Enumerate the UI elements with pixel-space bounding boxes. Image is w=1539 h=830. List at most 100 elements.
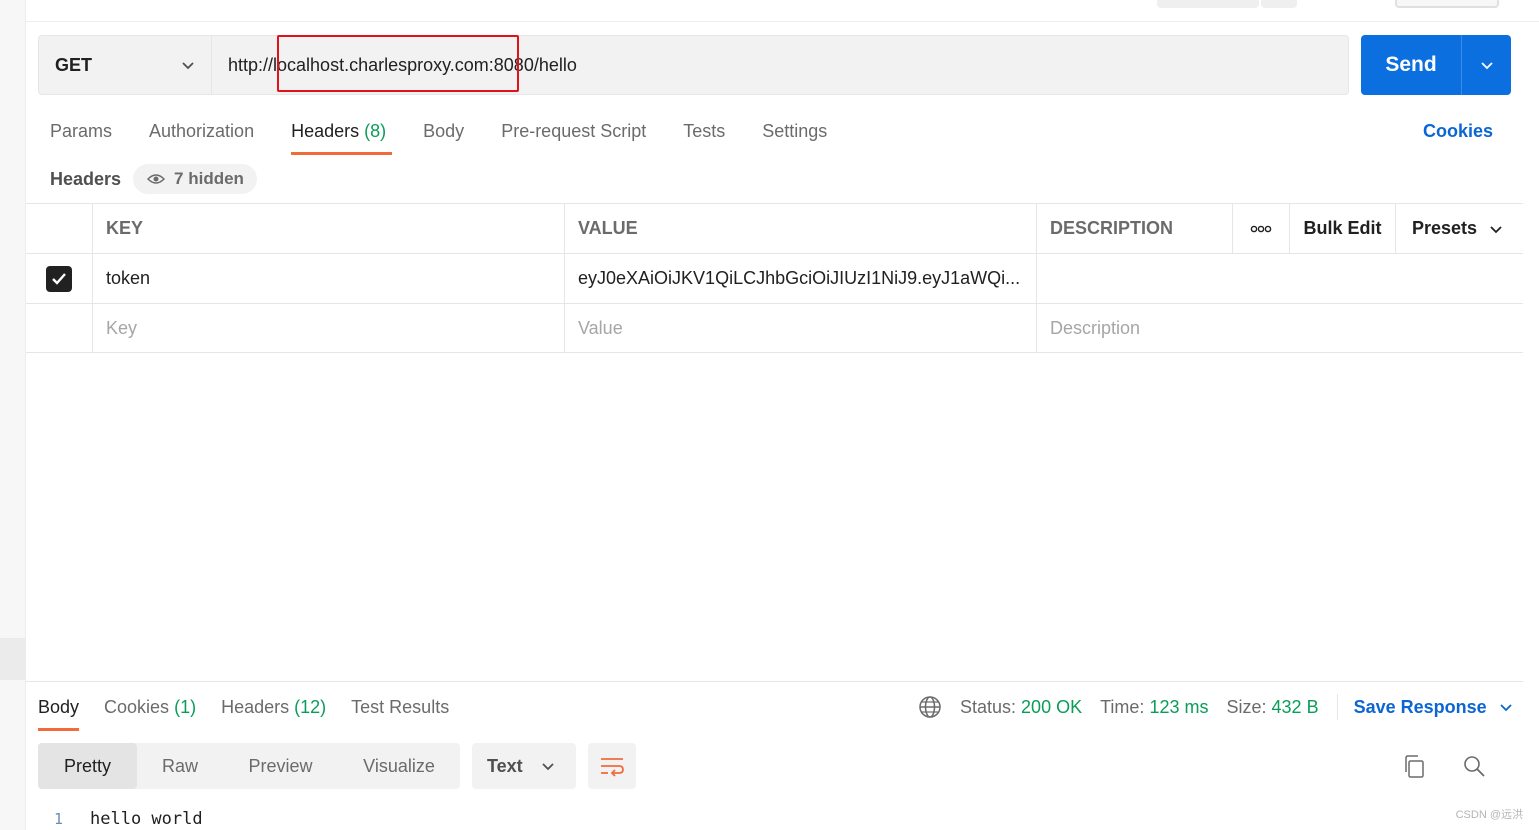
tab-authorization[interactable]: Authorization	[149, 118, 254, 155]
response-divider[interactable]	[26, 681, 1523, 682]
hidden-headers-toggle[interactable]: 7 hidden	[133, 164, 257, 194]
method-label: GET	[55, 54, 93, 75]
new-value-input[interactable]: Value	[565, 304, 1037, 352]
wrap-lines-button[interactable]	[588, 743, 636, 789]
send-label: Send	[1385, 53, 1437, 76]
tab-count: (1)	[174, 697, 197, 717]
tab-label: Params	[50, 121, 113, 141]
line-number: 1	[53, 810, 63, 828]
size-info[interactable]: Size: 432 B	[1226, 697, 1318, 718]
meta-separator	[1336, 694, 1338, 720]
row-check-cell	[26, 254, 93, 303]
chevron-down-icon	[542, 763, 554, 771]
tab-label: Headers	[221, 697, 290, 717]
tab-label: Body	[38, 697, 80, 717]
tab-label: Body	[423, 121, 465, 141]
column-value: VALUE	[565, 204, 1037, 253]
time-value: 123 ms	[1149, 696, 1209, 717]
status-label: Status:	[960, 696, 1017, 717]
language-label: Text	[487, 755, 523, 776]
tab-label: Test Results	[351, 697, 450, 717]
header-check-cell	[26, 204, 93, 253]
chevron-down-icon	[1480, 62, 1493, 70]
status-info[interactable]: Status: 200 OK	[960, 697, 1082, 718]
save-response-label: Save Response	[1353, 696, 1487, 717]
tab-headers[interactable]: Headers (8)	[291, 118, 393, 155]
code-line: 1 hello world	[38, 808, 203, 830]
new-key-input[interactable]: Key	[93, 304, 565, 352]
tab-pre-request-script[interactable]: Pre-request Script	[501, 118, 646, 155]
chevron-down-icon	[182, 62, 194, 70]
table-header-row: KEY VALUE DESCRIPTION Bulk Edit Presets	[26, 203, 1523, 253]
wrap-lines-icon	[601, 758, 624, 777]
column-description: DESCRIPTION	[1037, 204, 1233, 253]
toolbar-toggle[interactable]	[1395, 0, 1499, 8]
request-tabs: Params Authorization Headers (8) Body Pr…	[50, 118, 864, 158]
tab-count: (12)	[294, 697, 327, 717]
header-key-cell[interactable]: token	[93, 254, 565, 303]
cookies-link[interactable]: Cookies	[1423, 118, 1493, 144]
presets-label: Presets	[1412, 218, 1478, 238]
table-row: token eyJ0eXAiOiJKV1QiLCJhbGciOiJIUzI1Ni…	[26, 253, 1523, 303]
presets-dropdown[interactable]: Presets	[1396, 204, 1523, 253]
toolbar-control[interactable]	[1261, 0, 1297, 8]
watermark: CSDN @远洪	[1455, 809, 1523, 821]
toolbar-control[interactable]	[1157, 0, 1259, 8]
url-annotation-box	[277, 35, 519, 92]
format-visualize-button[interactable]: Visualize	[338, 743, 460, 789]
tab-label: Cookies	[104, 697, 170, 717]
method-select[interactable]: GET	[38, 35, 212, 95]
status-value: 200 OK	[1021, 696, 1083, 717]
response-tabs: Body Cookies (1) Headers (12) Test Resul…	[38, 694, 474, 731]
sidebar-marker	[0, 638, 26, 680]
header-description-cell[interactable]	[1037, 254, 1523, 303]
check-icon	[52, 272, 66, 285]
left-sidebar-strip	[0, 0, 26, 830]
tab-response-cookies[interactable]: Cookies (1)	[104, 694, 196, 731]
top-toolbar	[26, 0, 1539, 22]
response-meta: Status: 200 OK Time: 123 ms Size: 432 B …	[918, 694, 1513, 720]
tab-count: (8)	[364, 121, 387, 141]
bulk-edit-button[interactable]: Bulk Edit	[1290, 204, 1396, 253]
size-value: 432 B	[1271, 696, 1319, 717]
format-raw-button[interactable]: Raw	[137, 743, 223, 789]
format-toggle-group: Pretty Raw Preview Visualize	[38, 743, 460, 789]
copy-icon[interactable]	[1402, 754, 1426, 780]
tab-test-results[interactable]: Test Results	[351, 694, 449, 731]
tab-label: Tests	[683, 121, 726, 141]
tab-label: Headers	[291, 121, 360, 141]
headers-title: Headers	[50, 168, 122, 189]
format-pretty-button[interactable]: Pretty	[38, 743, 137, 789]
tab-body[interactable]: Body	[423, 118, 464, 155]
more-options-button[interactable]	[1233, 204, 1290, 253]
save-response-button[interactable]: Save Response	[1354, 697, 1513, 718]
language-select[interactable]: Text	[472, 743, 576, 789]
line-text: hello world	[90, 809, 203, 829]
tab-label: Settings	[762, 121, 828, 141]
search-icon[interactable]	[1462, 754, 1486, 778]
tab-label: Pre-request Script	[501, 121, 647, 141]
table-row-new: Key Value Description	[26, 303, 1523, 353]
tab-label: Authorization	[149, 121, 255, 141]
time-info[interactable]: Time: 123 ms	[1100, 697, 1208, 718]
globe-icon[interactable]	[918, 695, 942, 719]
eye-icon	[147, 174, 166, 184]
row-checkbox[interactable]	[46, 265, 72, 292]
chevron-down-icon	[1500, 704, 1512, 712]
tab-tests[interactable]: Tests	[683, 118, 725, 155]
headers-subheader: Headers 7 hidden	[50, 164, 257, 194]
send-button[interactable]: Send	[1361, 35, 1511, 95]
header-value-cell[interactable]: eyJ0eXAiOiJKV1QiLCJhbGciOiJIUzI1NiJ9.eyJ…	[565, 254, 1037, 303]
row-check-cell	[26, 304, 93, 352]
column-key: KEY	[93, 204, 565, 253]
format-preview-button[interactable]: Preview	[223, 743, 338, 789]
time-label: Time:	[1100, 696, 1145, 717]
new-description-input[interactable]: Description	[1037, 304, 1523, 352]
tab-params[interactable]: Params	[50, 118, 112, 155]
tab-response-body[interactable]: Body	[38, 694, 80, 731]
chevron-down-icon	[1490, 225, 1502, 233]
hidden-count: 7 hidden	[174, 169, 244, 188]
tab-settings[interactable]: Settings	[762, 118, 827, 155]
send-options-button[interactable]	[1462, 35, 1511, 95]
tab-response-headers[interactable]: Headers (12)	[221, 694, 326, 731]
